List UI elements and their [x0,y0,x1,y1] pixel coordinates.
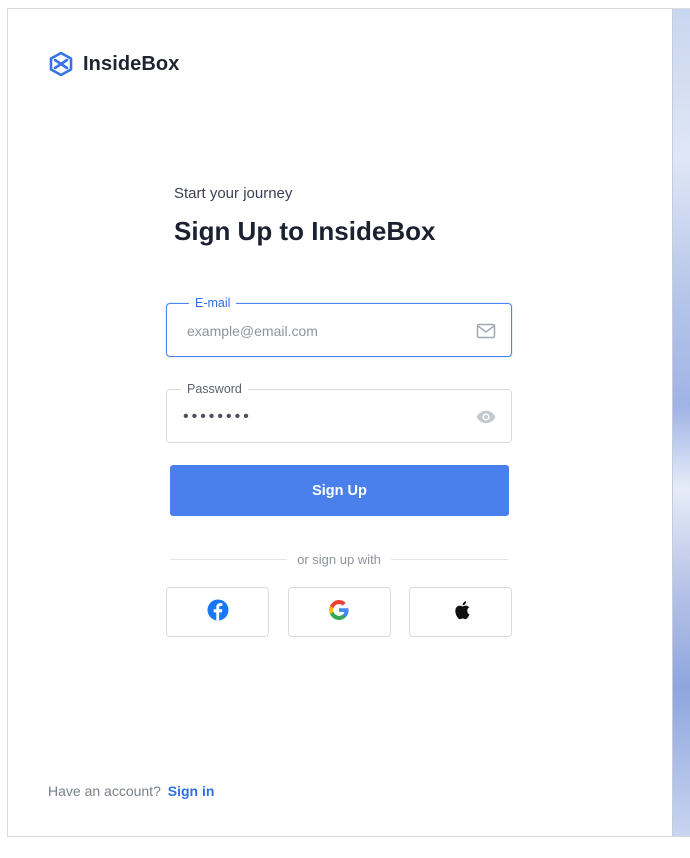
email-field[interactable]: E-mail [166,295,512,357]
brand-logo[interactable]: InsideBox [48,51,179,77]
password-field[interactable]: Password [166,381,512,443]
social-buttons [166,587,512,637]
cube-logo-icon [48,51,74,77]
page-title: Sign Up to InsideBox [174,216,436,246]
eye-icon[interactable] [475,406,497,428]
email-label: E-mail [189,295,237,311]
side-artwork [672,9,690,836]
mail-icon [475,320,497,342]
social-divider: or sign up with [166,552,512,567]
divider-text: or sign up with [297,552,381,567]
divider-line-left [170,559,288,560]
apple-button[interactable] [409,587,512,637]
facebook-icon [207,599,229,626]
signup-form: Start your journey Sign Up to InsideBox … [166,185,512,637]
password-input[interactable] [183,404,453,430]
apple-icon [451,599,471,626]
signin-prompt-text: Have an account? [48,783,161,799]
signin-prompt: Have an account? Sign in [48,783,214,799]
signup-window: InsideBox Start your journey Sign Up to … [7,8,690,837]
password-label: Password [181,381,248,397]
email-input[interactable] [187,318,457,344]
google-button[interactable] [287,587,391,637]
divider-line-right [390,559,509,560]
google-icon [328,599,350,626]
brand-name: InsideBox [83,52,180,75]
signup-button[interactable]: Sign Up [170,465,509,516]
page-subtitle: Start your journey [174,185,293,202]
signin-link[interactable]: Sign in [168,783,215,799]
facebook-button[interactable] [166,587,269,637]
